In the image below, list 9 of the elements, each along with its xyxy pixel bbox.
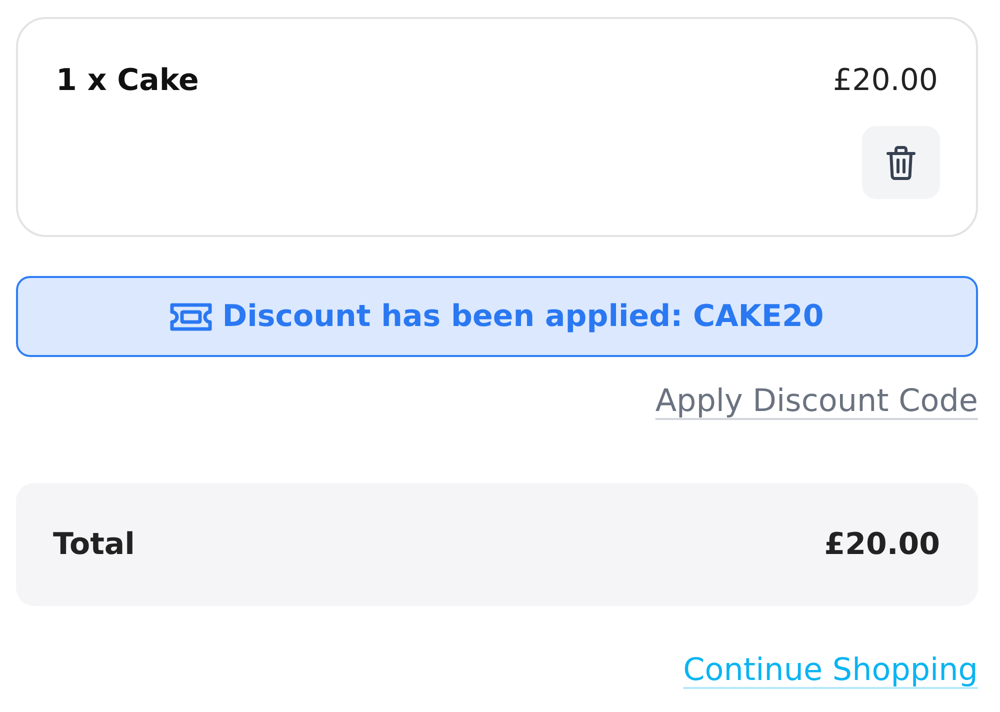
item-name: 1 x Cake (56, 62, 199, 100)
total-amount: £20.00 (824, 527, 940, 562)
apply-discount-link[interactable]: Apply Discount Code (655, 381, 978, 421)
trash-icon (886, 146, 916, 180)
item-price: £20.00 (833, 62, 938, 100)
delete-button[interactable] (862, 126, 940, 199)
discount-message: Discount has been applied: CAKE20 (222, 299, 824, 334)
total-label: Total (53, 527, 135, 562)
ticket-icon (170, 302, 212, 330)
